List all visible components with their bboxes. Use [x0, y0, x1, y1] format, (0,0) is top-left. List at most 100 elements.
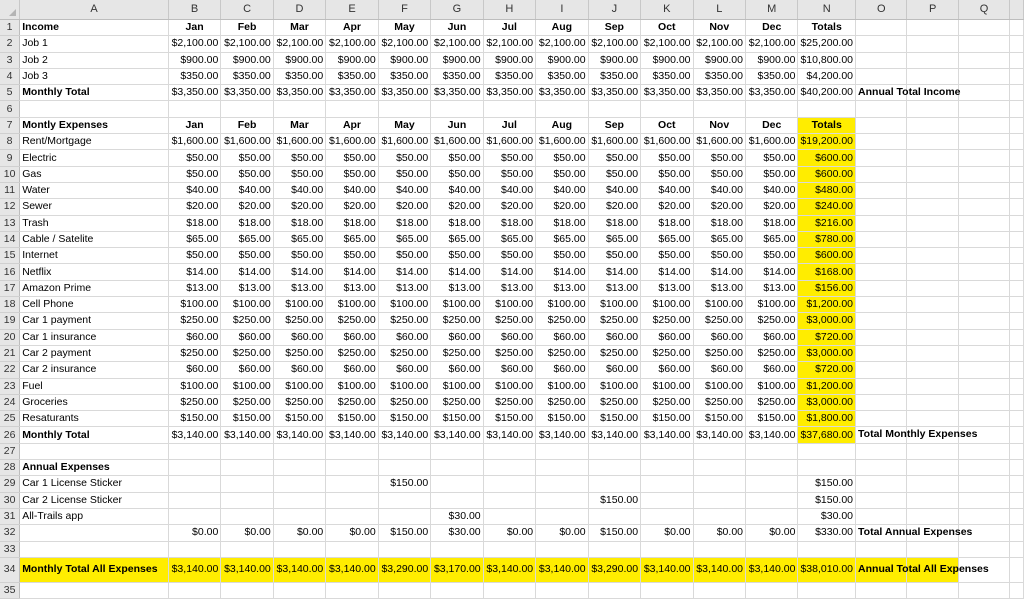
cell-month-value[interactable]: $100.00: [430, 378, 484, 395]
cell-month-value[interactable]: $50.00: [640, 149, 694, 167]
cell-month-value[interactable]: $14.00: [745, 263, 799, 281]
cell-month-value[interactable]: $50.00: [220, 166, 274, 183]
cell-empty[interactable]: [1009, 52, 1024, 69]
cell-label[interactable]: Car 1 insurance: [19, 329, 169, 346]
cell-month-value[interactable]: $40.00: [535, 182, 589, 200]
cell-total[interactable]: $780.00: [797, 231, 857, 249]
cell-label[interactable]: Income: [19, 19, 169, 37]
cell-month-value[interactable]: $100.00: [693, 378, 747, 395]
cell-total[interactable]: $720.00: [797, 329, 857, 346]
cell-empty[interactable]: [906, 182, 959, 200]
cell-empty[interactable]: [1009, 475, 1024, 493]
cell-month-value[interactable]: [640, 475, 694, 493]
cell-month-value[interactable]: $0.00: [273, 524, 327, 542]
cell-month-value[interactable]: [430, 492, 484, 509]
cell-empty[interactable]: [1009, 215, 1024, 232]
cell-month-value[interactable]: $150.00: [483, 410, 537, 428]
cell-month-value[interactable]: Jul: [483, 117, 537, 135]
cell-month-value[interactable]: $250.00: [273, 394, 327, 412]
cell-empty[interactable]: [1009, 296, 1024, 314]
cell-month-value[interactable]: [220, 459, 274, 477]
cell-empty[interactable]: [1009, 182, 1024, 200]
cell-month-value[interactable]: $0.00: [745, 524, 799, 542]
column-header-i[interactable]: I: [535, 0, 589, 20]
cell-month-value[interactable]: $3,140.00: [220, 557, 274, 583]
column-header-p[interactable]: P: [906, 0, 959, 20]
cell-month-value[interactable]: $100.00: [640, 296, 694, 314]
cell-note[interactable]: Annual Total Income: [855, 84, 961, 102]
cell-month-value[interactable]: $2,100.00: [273, 35, 327, 53]
cell-empty[interactable]: [958, 133, 1011, 151]
cell-month-value[interactable]: $13.00: [640, 280, 694, 298]
cell-month-value[interactable]: $60.00: [378, 361, 432, 379]
cell-month-value[interactable]: $3,350.00: [273, 84, 327, 102]
cell-month-value[interactable]: $60.00: [535, 361, 589, 379]
cell-month-value[interactable]: $900.00: [325, 52, 379, 69]
cell-empty[interactable]: [1009, 19, 1024, 37]
cell-empty[interactable]: [906, 508, 959, 526]
cell-month-value[interactable]: $2,100.00: [378, 35, 432, 53]
cell-month-value[interactable]: $150.00: [220, 410, 274, 428]
cell-empty[interactable]: [906, 247, 959, 265]
cell-month-value[interactable]: $250.00: [220, 394, 274, 412]
cell-empty[interactable]: [906, 68, 959, 86]
column-header-a[interactable]: A: [19, 0, 169, 20]
cell-month-value[interactable]: $900.00: [745, 52, 799, 69]
cell-empty[interactable]: [906, 133, 959, 151]
cell-total[interactable]: $37,680.00: [797, 426, 857, 444]
cell-month-value[interactable]: [168, 492, 222, 509]
cell-month-value[interactable]: $14.00: [483, 263, 537, 281]
cell-note[interactable]: [855, 312, 908, 330]
cell-month-value[interactable]: $40.00: [430, 182, 484, 200]
cell-month-value[interactable]: $100.00: [325, 378, 379, 395]
cell-month-value[interactable]: $250.00: [325, 312, 379, 330]
cell-month-value[interactable]: $250.00: [745, 345, 799, 363]
cell-month-value[interactable]: $30.00: [430, 508, 484, 526]
cell-empty[interactable]: [958, 84, 1011, 102]
cell-empty[interactable]: [1009, 133, 1024, 151]
cell-month-value[interactable]: $50.00: [430, 247, 484, 265]
cell-month-value[interactable]: $900.00: [220, 52, 274, 69]
cell-label[interactable]: Internet: [19, 247, 169, 265]
cell-month-value[interactable]: $150.00: [378, 524, 432, 542]
cell-month-value[interactable]: $18.00: [220, 215, 274, 232]
cell-month-value[interactable]: $14.00: [378, 263, 432, 281]
cell-month-value[interactable]: [640, 100, 694, 118]
cell-month-value[interactable]: [168, 100, 222, 118]
cell-month-value[interactable]: $50.00: [168, 166, 222, 183]
cell-month-value[interactable]: $18.00: [378, 215, 432, 232]
cell-label[interactable]: Rent/Mortgage: [19, 133, 169, 151]
cell-month-value[interactable]: $150.00: [588, 524, 642, 542]
cell-month-value[interactable]: $3,170.00: [430, 557, 484, 583]
cell-month-value[interactable]: $100.00: [273, 296, 327, 314]
column-header-c[interactable]: C: [220, 0, 274, 20]
cell-month-value[interactable]: $250.00: [745, 312, 799, 330]
cell-month-value[interactable]: [273, 475, 327, 493]
cell-month-value[interactable]: $50.00: [378, 166, 432, 183]
cell-month-value[interactable]: $14.00: [220, 263, 274, 281]
cell-month-value[interactable]: [483, 443, 537, 461]
cell-month-value[interactable]: [168, 443, 222, 461]
cell-month-value[interactable]: Aug: [535, 19, 589, 37]
cell-month-value[interactable]: [693, 541, 747, 558]
cell-month-value[interactable]: $14.00: [693, 263, 747, 281]
row-header[interactable]: 6: [0, 100, 21, 118]
cell-note[interactable]: [855, 68, 908, 86]
row-header[interactable]: 1: [0, 19, 21, 37]
cell-total[interactable]: $330.00: [797, 524, 857, 542]
cell-month-value[interactable]: $13.00: [693, 280, 747, 298]
cell-month-value[interactable]: $40.00: [588, 182, 642, 200]
cell-empty[interactable]: [1009, 361, 1024, 379]
cell-month-value[interactable]: $20.00: [325, 198, 379, 216]
cell-month-value[interactable]: $250.00: [535, 394, 589, 412]
cell-month-value[interactable]: $100.00: [588, 296, 642, 314]
cell-month-value[interactable]: $150.00: [430, 410, 484, 428]
cell-month-value[interactable]: $250.00: [588, 345, 642, 363]
cell-month-value[interactable]: $3,140.00: [430, 426, 484, 444]
cell-month-value[interactable]: $50.00: [273, 149, 327, 167]
cell-note[interactable]: [855, 247, 908, 265]
cell-month-value[interactable]: $1,600.00: [378, 133, 432, 151]
cell-month-value[interactable]: $250.00: [325, 345, 379, 363]
cell-empty[interactable]: [1009, 394, 1024, 412]
cell-month-value[interactable]: $250.00: [640, 312, 694, 330]
